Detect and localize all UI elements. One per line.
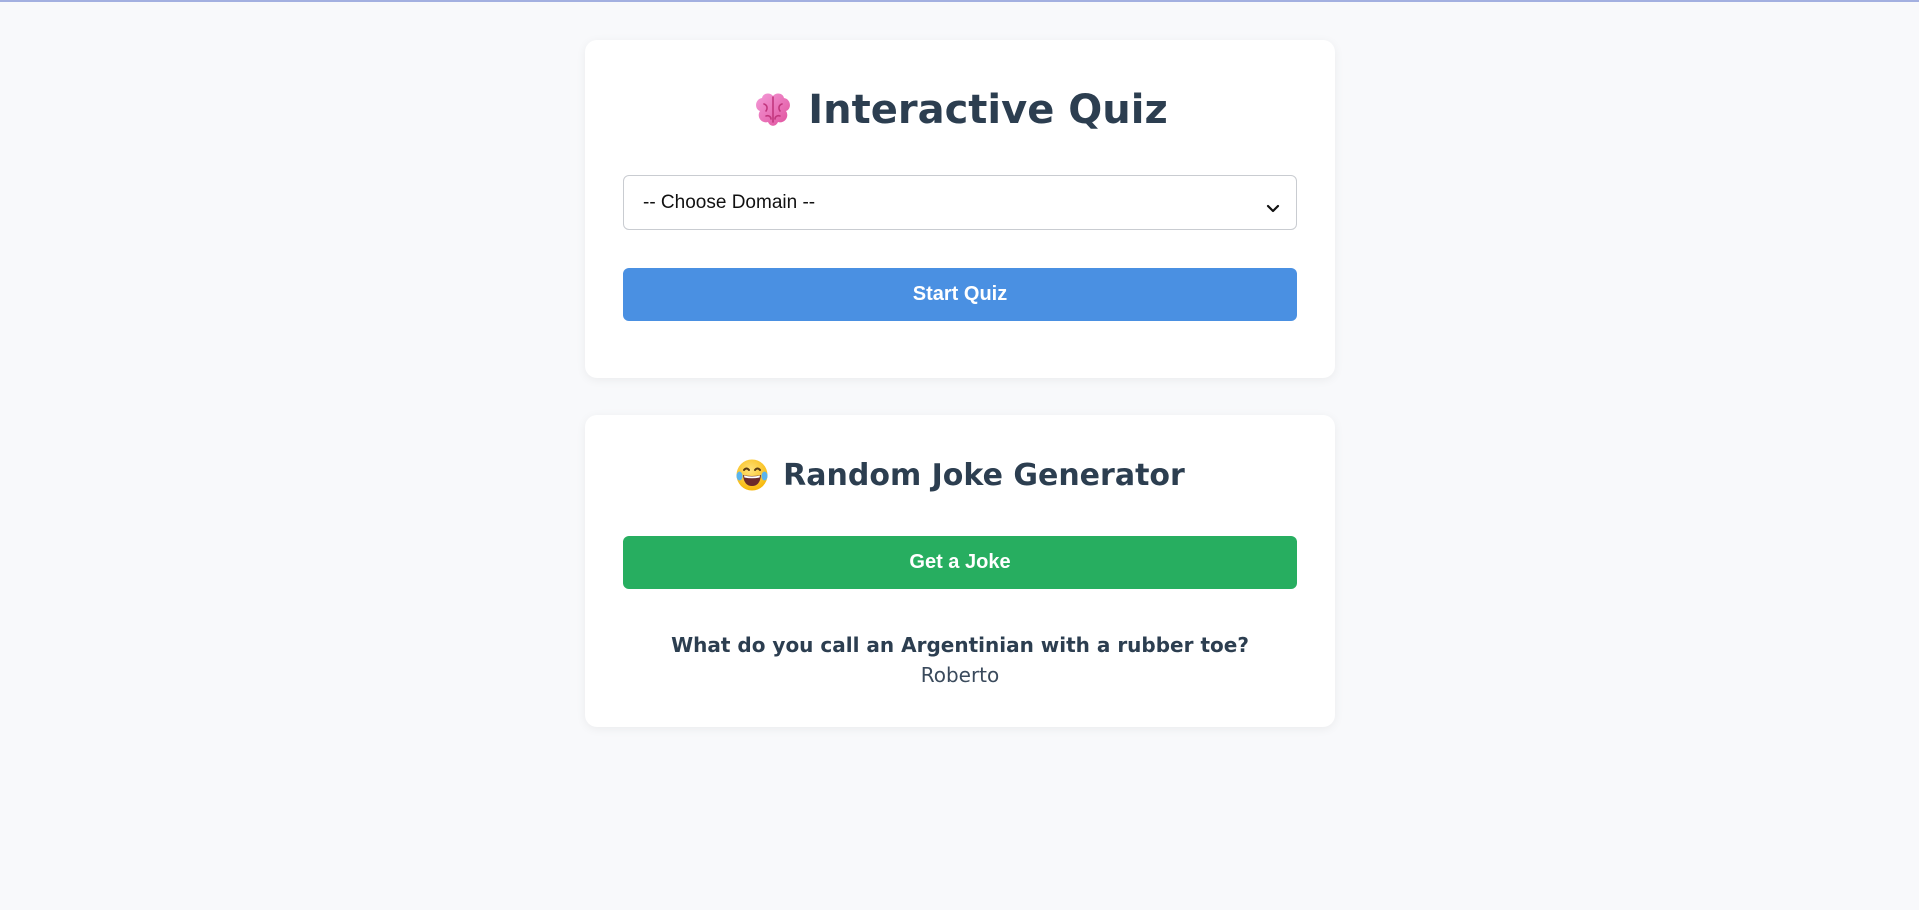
joke-title: Random Joke Generator [585,450,1335,500]
start-quiz-button[interactable]: Start Quiz [623,268,1297,321]
joke-title-text: Random Joke Generator [783,457,1185,493]
quiz-title: Interactive Quiz [585,80,1335,140]
joke-question: What do you call an Argentinian with a r… [671,633,1249,657]
chevron-down-icon [1266,198,1280,212]
quiz-title-text: Interactive Quiz [808,87,1168,133]
joke-card: Random Joke Generator Get a Joke What do… [585,415,1335,727]
quiz-card: Interactive Quiz -- Choose Domain -- Sta… [585,40,1335,378]
domain-select[interactable]: -- Choose Domain -- [623,175,1297,230]
brain-icon [752,91,794,129]
joke-answer: Roberto [920,663,1000,687]
get-joke-button[interactable]: Get a Joke [623,536,1297,589]
top-border [0,0,1919,2]
domain-select-value: -- Choose Domain -- [643,191,816,213]
laughing-face-icon [735,458,769,492]
